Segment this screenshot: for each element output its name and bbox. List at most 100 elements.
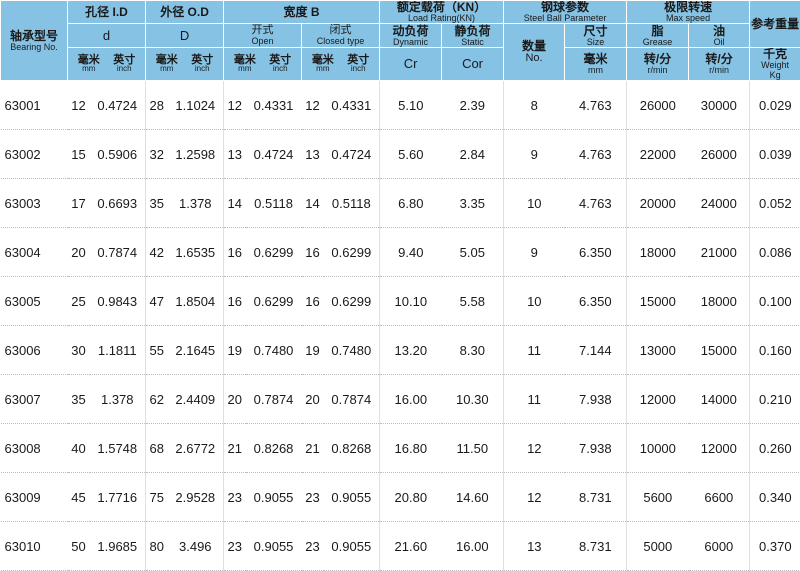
cell-open-inch: 0.5118 <box>246 179 302 228</box>
cell-grease-speed: 5000 <box>627 522 689 571</box>
cell-oil-speed: 24000 <box>689 179 750 228</box>
cell-oil-speed: 26000 <box>689 130 750 179</box>
cell-bearing-no: 63009 <box>1 473 68 522</box>
cell-bore-inch: 0.5906 <box>90 130 146 179</box>
cell-outer-inch: 1.1024 <box>168 81 224 130</box>
header-weight-unit: 千克 Weight Kg <box>750 48 800 81</box>
cell-closed-inch: 0.9055 <box>324 473 380 522</box>
cell-outer-inch: 1.8504 <box>168 277 224 326</box>
cell-dynamic-cr: 16.00 <box>380 375 442 424</box>
cell-closed-mm: 16 <box>302 228 324 277</box>
cell-weight: 0.340 <box>750 473 800 522</box>
cell-closed-inch: 0.6299 <box>324 228 380 277</box>
cell-open-mm: 23 <box>224 522 246 571</box>
header-width: 宽度 B <box>224 1 380 24</box>
cell-bore-mm: 17 <box>68 179 90 228</box>
cell-grease-speed: 18000 <box>627 228 689 277</box>
cell-open-mm: 23 <box>224 473 246 522</box>
cell-oil-speed: 12000 <box>689 424 750 473</box>
cell-outer-mm: 35 <box>146 179 168 228</box>
cell-closed-inch: 0.7480 <box>324 326 380 375</box>
header-ball-count: 数量 No. <box>504 24 565 81</box>
cell-bore-mm: 12 <box>68 81 90 130</box>
table-row: 63007351.378622.4409200.7874200.787416.0… <box>1 375 800 424</box>
cell-ball-count: 9 <box>504 130 565 179</box>
cell-bore-inch: 0.7874 <box>90 228 146 277</box>
cell-bore-inch: 1.1811 <box>90 326 146 375</box>
table-row: 63005250.9843471.8504160.6299160.629910.… <box>1 277 800 326</box>
cell-ball-size: 4.763 <box>565 179 627 228</box>
table-row: 63010501.9685803.496230.9055230.905521.6… <box>1 522 800 571</box>
cell-weight: 0.160 <box>750 326 800 375</box>
cell-closed-mm: 19 <box>302 326 324 375</box>
cell-grease-speed: 22000 <box>627 130 689 179</box>
cell-ball-size: 7.938 <box>565 375 627 424</box>
cell-grease-speed: 20000 <box>627 179 689 228</box>
cell-dynamic-cr: 10.10 <box>380 277 442 326</box>
cell-open-inch: 0.6299 <box>246 228 302 277</box>
cell-ball-count: 10 <box>504 179 565 228</box>
cell-dynamic-cr: 16.80 <box>380 424 442 473</box>
cell-outer-mm: 42 <box>146 228 168 277</box>
cell-grease-speed: 26000 <box>627 81 689 130</box>
cell-bore-mm: 20 <box>68 228 90 277</box>
cell-open-mm: 20 <box>224 375 246 424</box>
cell-bore-inch: 1.378 <box>90 375 146 424</box>
cell-bearing-no: 63002 <box>1 130 68 179</box>
cell-grease-speed: 5600 <box>627 473 689 522</box>
header-static: 静负荷 Static <box>442 24 504 48</box>
cell-closed-inch: 0.5118 <box>324 179 380 228</box>
table-row: 63004200.7874421.6535160.6299160.62999.4… <box>1 228 800 277</box>
table-row: 63006301.1811552.1645190.7480190.748013.… <box>1 326 800 375</box>
cell-open-inch: 0.9055 <box>246 473 302 522</box>
cell-open-inch: 0.9055 <box>246 522 302 571</box>
cell-open-inch: 0.7874 <box>246 375 302 424</box>
header-bore: 孔径 I.D <box>68 1 146 24</box>
cell-bore-mm: 35 <box>68 375 90 424</box>
cell-closed-mm: 13 <box>302 130 324 179</box>
header-width-closed: 闭式 Closed type <box>302 24 380 48</box>
cell-bore-inch: 1.7716 <box>90 473 146 522</box>
cell-outer-inch: 2.9528 <box>168 473 224 522</box>
cell-ball-size: 6.350 <box>565 277 627 326</box>
cell-static-cor: 5.05 <box>442 228 504 277</box>
cell-dynamic-cr: 5.10 <box>380 81 442 130</box>
cell-closed-inch: 0.6299 <box>324 277 380 326</box>
header-oil: 油 Oil <box>689 24 750 48</box>
cell-bore-inch: 1.5748 <box>90 424 146 473</box>
cell-weight: 0.260 <box>750 424 800 473</box>
cell-bearing-no: 63001 <box>1 81 68 130</box>
cell-static-cor: 3.35 <box>442 179 504 228</box>
cell-outer-mm: 62 <box>146 375 168 424</box>
cell-weight: 0.370 <box>750 522 800 571</box>
cell-ball-count: 8 <box>504 81 565 130</box>
cell-closed-mm: 20 <box>302 375 324 424</box>
cell-ball-count: 11 <box>504 326 565 375</box>
table-row: 63001120.4724281.1024120.4331120.43315.1… <box>1 81 800 130</box>
header-bearing-no: 轴承型号 Bearing No. <box>1 1 68 81</box>
cell-bearing-no: 63004 <box>1 228 68 277</box>
cell-static-cor: 10.30 <box>442 375 504 424</box>
header-steel-ball: 钢球参数 Steel Ball Parameter <box>504 1 627 24</box>
cell-open-inch: 0.8268 <box>246 424 302 473</box>
header-oil-unit: 转/分 r/min <box>689 48 750 81</box>
cell-dynamic-cr: 6.80 <box>380 179 442 228</box>
table-row: 63003170.6693351.378140.5118140.51186.80… <box>1 179 800 228</box>
header-bore-units: 毫米mm英寸inch <box>68 48 146 81</box>
cell-static-cor: 16.00 <box>442 522 504 571</box>
cell-ball-size: 4.763 <box>565 81 627 130</box>
cell-outer-mm: 47 <box>146 277 168 326</box>
cell-bore-mm: 25 <box>68 277 90 326</box>
cell-weight: 0.029 <box>750 81 800 130</box>
cell-bore-inch: 0.9843 <box>90 277 146 326</box>
cell-grease-speed: 12000 <box>627 375 689 424</box>
cell-outer-inch: 2.1645 <box>168 326 224 375</box>
cell-ball-size: 8.731 <box>565 473 627 522</box>
cell-closed-mm: 12 <box>302 81 324 130</box>
table-row: 63009451.7716752.9528230.9055230.905520.… <box>1 473 800 522</box>
cell-oil-speed: 14000 <box>689 375 750 424</box>
cell-grease-speed: 10000 <box>627 424 689 473</box>
cell-open-mm: 12 <box>224 81 246 130</box>
cell-outer-mm: 55 <box>146 326 168 375</box>
cell-ball-size: 4.763 <box>565 130 627 179</box>
